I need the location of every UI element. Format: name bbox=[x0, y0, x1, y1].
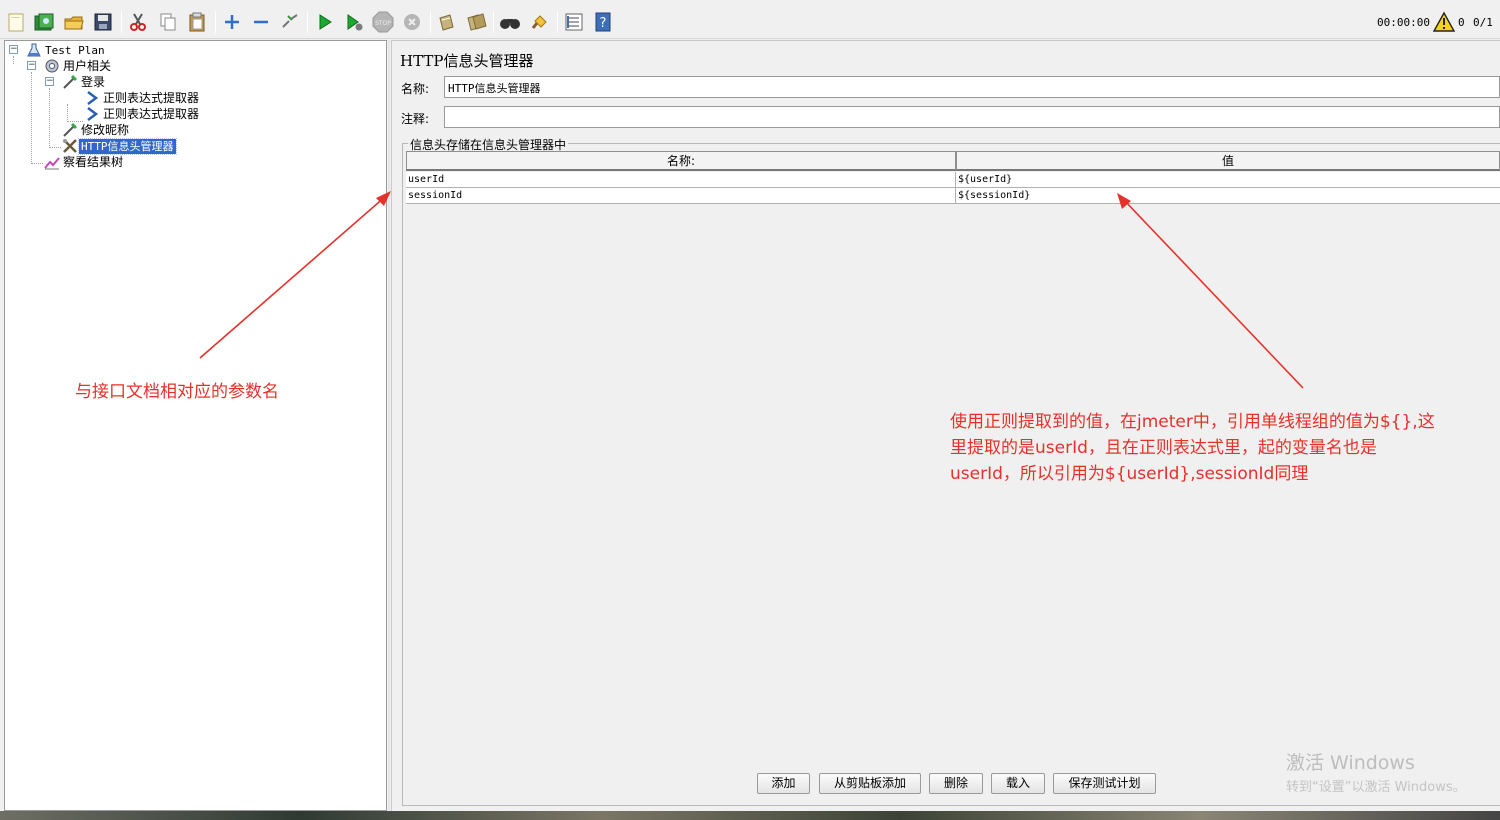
column-header-value[interactable]: 值 bbox=[956, 151, 1500, 171]
collapse-icon[interactable] bbox=[249, 10, 273, 34]
search-icon[interactable] bbox=[498, 10, 522, 34]
stop-icon[interactable]: STOP bbox=[371, 10, 395, 34]
save-icon[interactable] bbox=[91, 10, 115, 34]
table-row[interactable]: userId ${userId} bbox=[406, 172, 1500, 188]
clear-all-icon[interactable] bbox=[464, 10, 488, 34]
add-from-clipboard-button[interactable]: 从剪贴板添加 bbox=[819, 773, 921, 794]
new-icon[interactable] bbox=[4, 10, 28, 34]
tree-item-label: 修改昵称 bbox=[81, 122, 130, 137]
cut-icon[interactable] bbox=[126, 10, 150, 34]
start-no-pause-icon[interactable] bbox=[342, 10, 366, 34]
shutdown-icon[interactable] bbox=[400, 10, 424, 34]
panel-title: HTTP信息头管理器 bbox=[400, 52, 534, 70]
tree-item-label: 用户相关 bbox=[63, 58, 112, 73]
name-field[interactable]: HTTP信息头管理器 bbox=[444, 76, 1500, 98]
http-sampler-icon bbox=[61, 122, 79, 138]
header-value-cell[interactable]: ${sessionId} bbox=[956, 188, 1500, 204]
tree-item-label: 正则表达式提取器 bbox=[103, 90, 200, 105]
paste-icon[interactable] bbox=[185, 10, 209, 34]
add-button[interactable]: 添加 bbox=[757, 773, 810, 794]
svg-text:STOP: STOP bbox=[375, 20, 391, 27]
results-tree-icon bbox=[43, 154, 61, 170]
expand-icon[interactable] bbox=[220, 10, 244, 34]
tree-item-regex-extractor[interactable]: 正则表达式提取器 bbox=[83, 90, 201, 106]
header-name-cell[interactable]: sessionId bbox=[406, 188, 956, 204]
elapsed-time: 00:00:00 bbox=[1377, 16, 1430, 29]
help-icon[interactable]: ? bbox=[591, 10, 615, 34]
annotation-left-note: 与接口文档相对应的参数名 bbox=[75, 382, 279, 402]
save-test-plan-button[interactable]: 保存测试计划 bbox=[1053, 773, 1156, 794]
thread-count: 0/1 bbox=[1473, 16, 1493, 29]
http-sampler-icon bbox=[61, 74, 79, 90]
tree-item-results-tree[interactable]: 察看结果树 bbox=[43, 154, 125, 170]
regex-extractor-icon bbox=[83, 90, 101, 106]
thread-group-icon bbox=[43, 58, 61, 74]
tree-item-label: Test Plan bbox=[45, 43, 105, 57]
activate-windows-title: 激活 Windows bbox=[1286, 752, 1415, 774]
svg-text:?: ? bbox=[600, 16, 607, 31]
delete-button[interactable]: 删除 bbox=[929, 773, 983, 794]
tree-item-header-manager[interactable]: HTTP信息头管理器 bbox=[61, 137, 177, 155]
split-divider[interactable] bbox=[388, 40, 390, 811]
header-manager-icon bbox=[61, 138, 79, 154]
warning-icon[interactable] bbox=[1432, 11, 1456, 36]
toolbar: STOP ? 00:00:00 0 0/1 bbox=[0, 6, 1500, 39]
regex-extractor-icon bbox=[83, 106, 101, 122]
tree-item-regex-extractor[interactable]: 正则表达式提取器 bbox=[83, 106, 201, 122]
tree-item-label: 正则表达式提取器 bbox=[103, 106, 200, 121]
column-header-name[interactable]: 名称: bbox=[406, 151, 956, 171]
desktop-background bbox=[0, 811, 1500, 820]
header-value-cell[interactable]: ${userId} bbox=[956, 172, 1500, 188]
collapse-toggle[interactable]: − bbox=[9, 45, 18, 54]
annotation-right-note-line1: 使用正则提取到的值，在jmeter中，引用单线程组的值为${},这 bbox=[950, 412, 1435, 432]
function-helper-icon[interactable] bbox=[562, 10, 586, 34]
table-row[interactable]: sessionId ${sessionId} bbox=[406, 188, 1500, 204]
tree-item-label: 登录 bbox=[81, 74, 106, 89]
collapse-toggle[interactable]: − bbox=[45, 77, 54, 86]
warning-count: 0 bbox=[1458, 16, 1465, 29]
load-button[interactable]: 载入 bbox=[991, 773, 1045, 794]
header-name-cell[interactable]: userId bbox=[406, 172, 956, 188]
open-icon[interactable] bbox=[62, 10, 86, 34]
templates-icon[interactable] bbox=[32, 10, 56, 34]
tree-item-label: HTTP信息头管理器 bbox=[78, 137, 177, 155]
annotation-right-note-line2: 里提取的是userId，且在正则表达式里，起的变量名也是 bbox=[950, 438, 1377, 458]
tree-item-thread-group[interactable]: 用户相关 bbox=[43, 58, 113, 74]
reset-search-icon[interactable] bbox=[527, 10, 551, 34]
toggle-icon[interactable] bbox=[278, 10, 302, 34]
copy-icon[interactable] bbox=[156, 10, 180, 34]
tree-item-label: 察看结果树 bbox=[63, 154, 124, 169]
annotation-right-note-line3: userId，所以引用为${userId},sessionId同理 bbox=[950, 464, 1309, 484]
tree-item-login[interactable]: 登录 bbox=[61, 74, 107, 90]
start-icon[interactable] bbox=[313, 10, 337, 34]
activate-windows-subtitle: 转到“设置”以激活 Windows。 bbox=[1286, 780, 1466, 795]
collapse-toggle[interactable]: − bbox=[27, 61, 36, 70]
tree-item-test-plan[interactable]: Test Plan bbox=[25, 42, 107, 58]
tree-item-modify-nickname[interactable]: 修改昵称 bbox=[61, 122, 131, 138]
clear-icon[interactable] bbox=[434, 10, 458, 34]
comment-field[interactable] bbox=[444, 106, 1500, 128]
comment-label: 注释: bbox=[401, 112, 430, 126]
name-label: 名称: bbox=[401, 82, 430, 96]
test-plan-icon bbox=[25, 42, 43, 58]
